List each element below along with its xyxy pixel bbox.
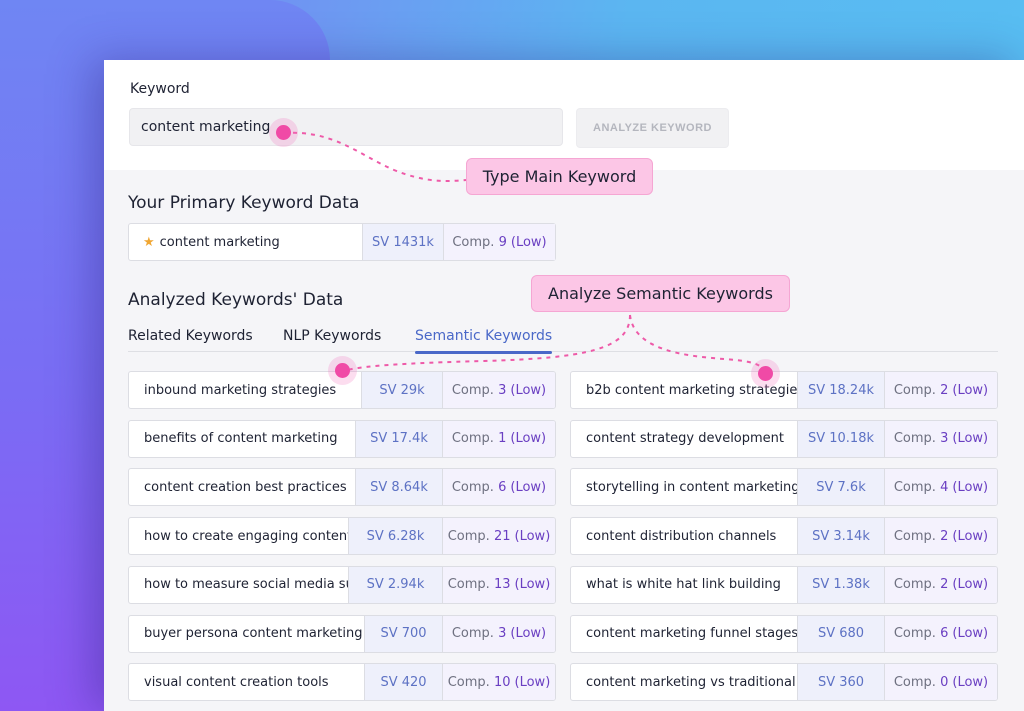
hotspot-dot	[335, 363, 350, 378]
connector-semantic-right	[629, 314, 766, 373]
callout-analyze-semantic-keywords: Analyze Semantic Keywords	[531, 275, 790, 312]
connector-semantic-left	[343, 314, 631, 372]
callout-type-main-keyword: Type Main Keyword	[466, 158, 653, 195]
hotspot-dot	[758, 366, 773, 381]
hotspot-dot	[276, 125, 291, 140]
connector-type-main	[283, 131, 467, 182]
keyword-tool-panel: Keyword content marketing ANALYZE KEYWOR…	[104, 60, 1024, 711]
